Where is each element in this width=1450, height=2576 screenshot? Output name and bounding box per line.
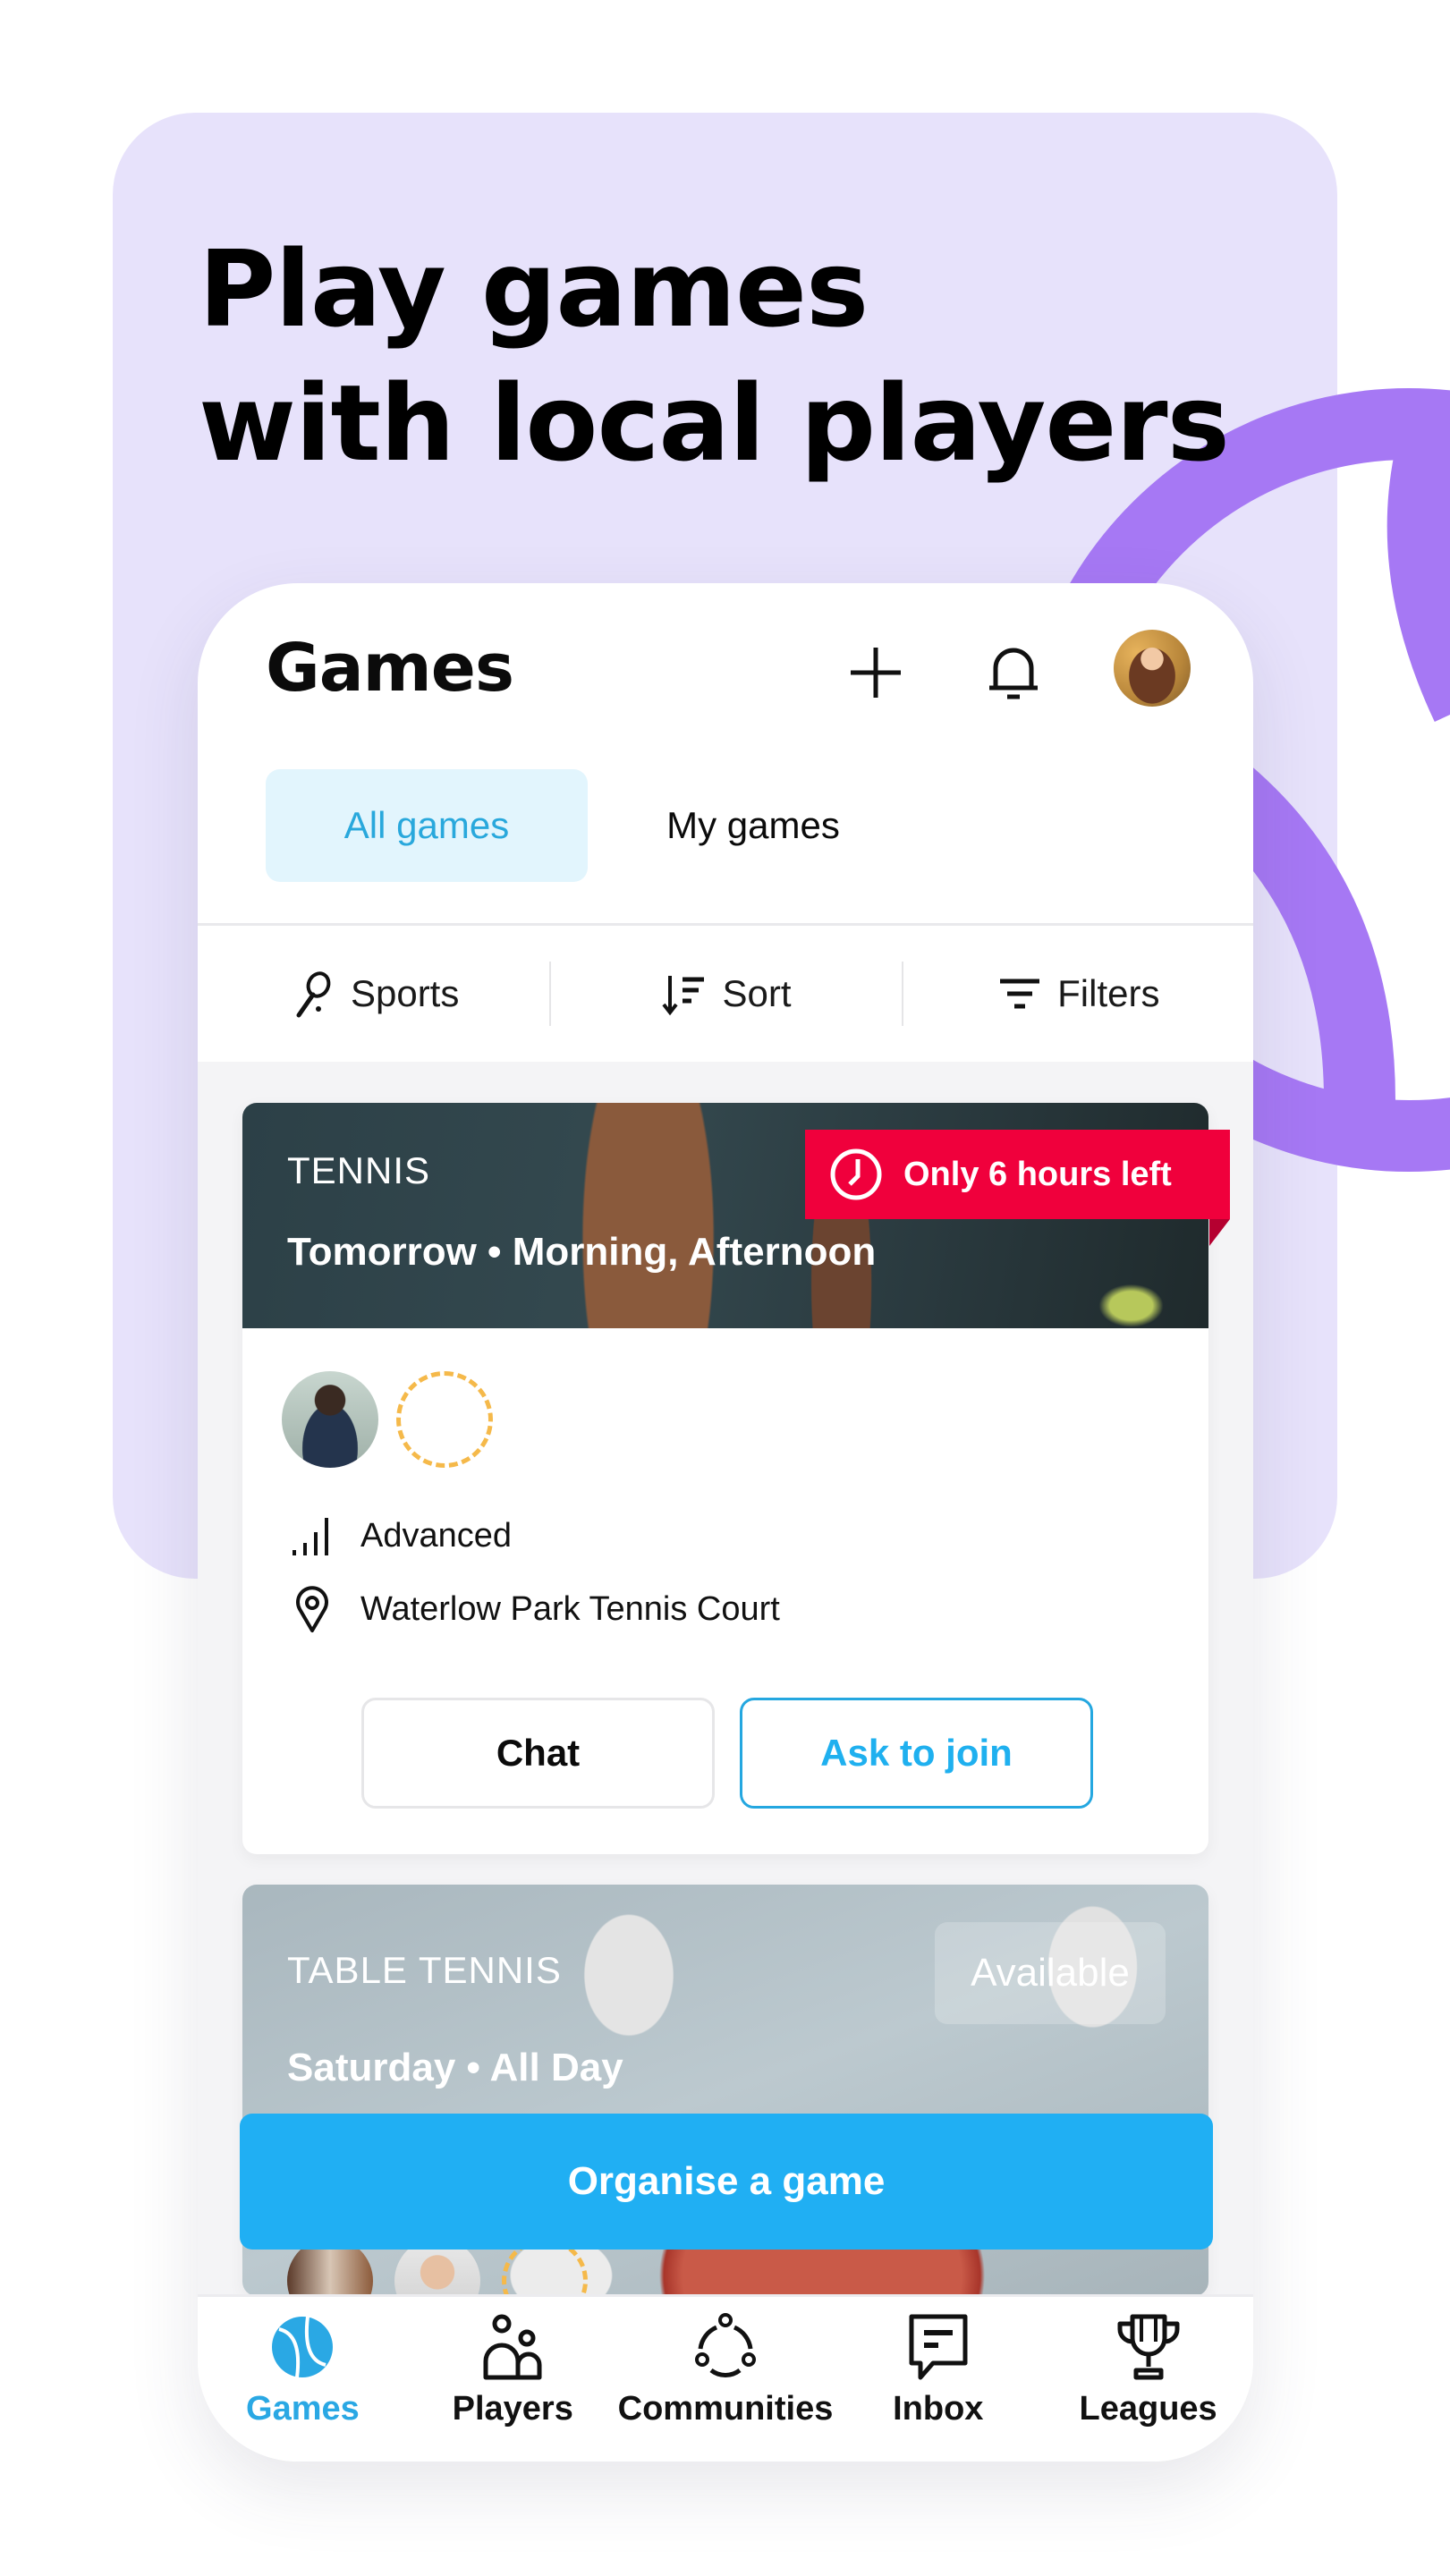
headline-line-1: Play games xyxy=(199,227,869,351)
clock-icon xyxy=(830,1148,882,1200)
page-title: Games xyxy=(266,630,514,707)
nav-games[interactable]: Games xyxy=(198,2297,408,2462)
communities-icon xyxy=(695,2313,756,2377)
filters-button[interactable]: Filters xyxy=(901,926,1253,1062)
organise-game-button[interactable]: Organise a game xyxy=(240,2114,1213,2250)
level-row: Advanced xyxy=(287,1511,512,1561)
sort-label: Sort xyxy=(722,972,792,1014)
bell-icon xyxy=(989,648,1038,699)
tennis-ball-icon xyxy=(272,2316,334,2378)
player-avatar[interactable] xyxy=(282,1371,378,1468)
filters-label: Filters xyxy=(1057,972,1160,1014)
notifications-button[interactable] xyxy=(978,637,1049,708)
trophy-icon xyxy=(1117,2314,1180,2380)
nav-communities[interactable]: Communities xyxy=(617,2297,834,2462)
location-pin-icon xyxy=(296,1586,328,1632)
sports-filter-button[interactable]: Sports xyxy=(198,926,549,1062)
ask-to-join-button[interactable]: Ask to join xyxy=(740,1698,1093,1809)
filter-bar: Sports Sort Filters xyxy=(198,926,1253,1062)
badge-fold xyxy=(1209,1219,1230,1246)
nav-games-label: Games xyxy=(246,2390,360,2428)
nav-players[interactable]: Players xyxy=(408,2297,618,2462)
players-icon xyxy=(483,2314,542,2380)
plus-icon xyxy=(851,648,901,698)
sports-filter-label: Sports xyxy=(350,972,460,1014)
open-slot xyxy=(396,1371,493,1468)
headline-line-2: with local players xyxy=(199,361,1230,485)
nav-players-label: Players xyxy=(452,2390,573,2428)
filter-icon xyxy=(1000,979,1040,1009)
tab-my-games[interactable]: My games xyxy=(588,769,919,882)
racket-icon xyxy=(296,971,331,1018)
sort-button[interactable]: Sort xyxy=(549,926,901,1062)
nav-communities-label: Communities xyxy=(617,2390,834,2428)
nav-leagues[interactable]: Leagues xyxy=(1043,2297,1253,2462)
tab-all-games[interactable]: All games xyxy=(266,769,588,882)
card-actions: Chat Ask to join xyxy=(361,1698,1093,1809)
game-time: Saturday • All Day xyxy=(287,2046,623,2089)
location-text: Waterlow Park Tennis Court xyxy=(360,1589,780,1628)
sort-icon xyxy=(662,976,705,1016)
nav-inbox[interactable]: Inbox xyxy=(833,2297,1043,2462)
sport-label: TENNIS xyxy=(287,1149,431,1191)
game-time: Tomorrow • Morning, Afternoon xyxy=(287,1230,877,1274)
player-avatars xyxy=(282,1371,493,1468)
add-game-button[interactable] xyxy=(840,637,912,708)
availability-badge: Available xyxy=(935,1922,1166,2024)
location-row: Waterlow Park Tennis Court xyxy=(287,1584,780,1634)
nav-inbox-label: Inbox xyxy=(893,2390,984,2428)
bottom-nav: Games Players Communities Inbox Leagues xyxy=(198,2294,1253,2462)
game-tabs: All games My games xyxy=(266,769,919,882)
phone-screen: Games All games My games Sports Sort Fil… xyxy=(198,583,1253,2462)
sport-label: TABLE TENNIS xyxy=(287,1949,562,1991)
level-text: Advanced xyxy=(360,1516,513,1555)
level-bars-icon xyxy=(293,1518,328,1555)
urgency-badge: Only 6 hours left xyxy=(805,1130,1230,1219)
urgency-text: Only 6 hours left xyxy=(903,1155,1172,1193)
nav-leagues-label: Leagues xyxy=(1079,2390,1217,2428)
profile-avatar[interactable] xyxy=(1114,630,1191,707)
chat-button[interactable]: Chat xyxy=(361,1698,715,1809)
inbox-icon xyxy=(909,2314,968,2380)
tennis-ball-seam-top xyxy=(1386,409,1450,723)
promo-headline: Play games with local players xyxy=(199,222,1361,490)
games-list: TENNIS Tomorrow • Morning, Afternoon Adv… xyxy=(198,1062,1253,2296)
